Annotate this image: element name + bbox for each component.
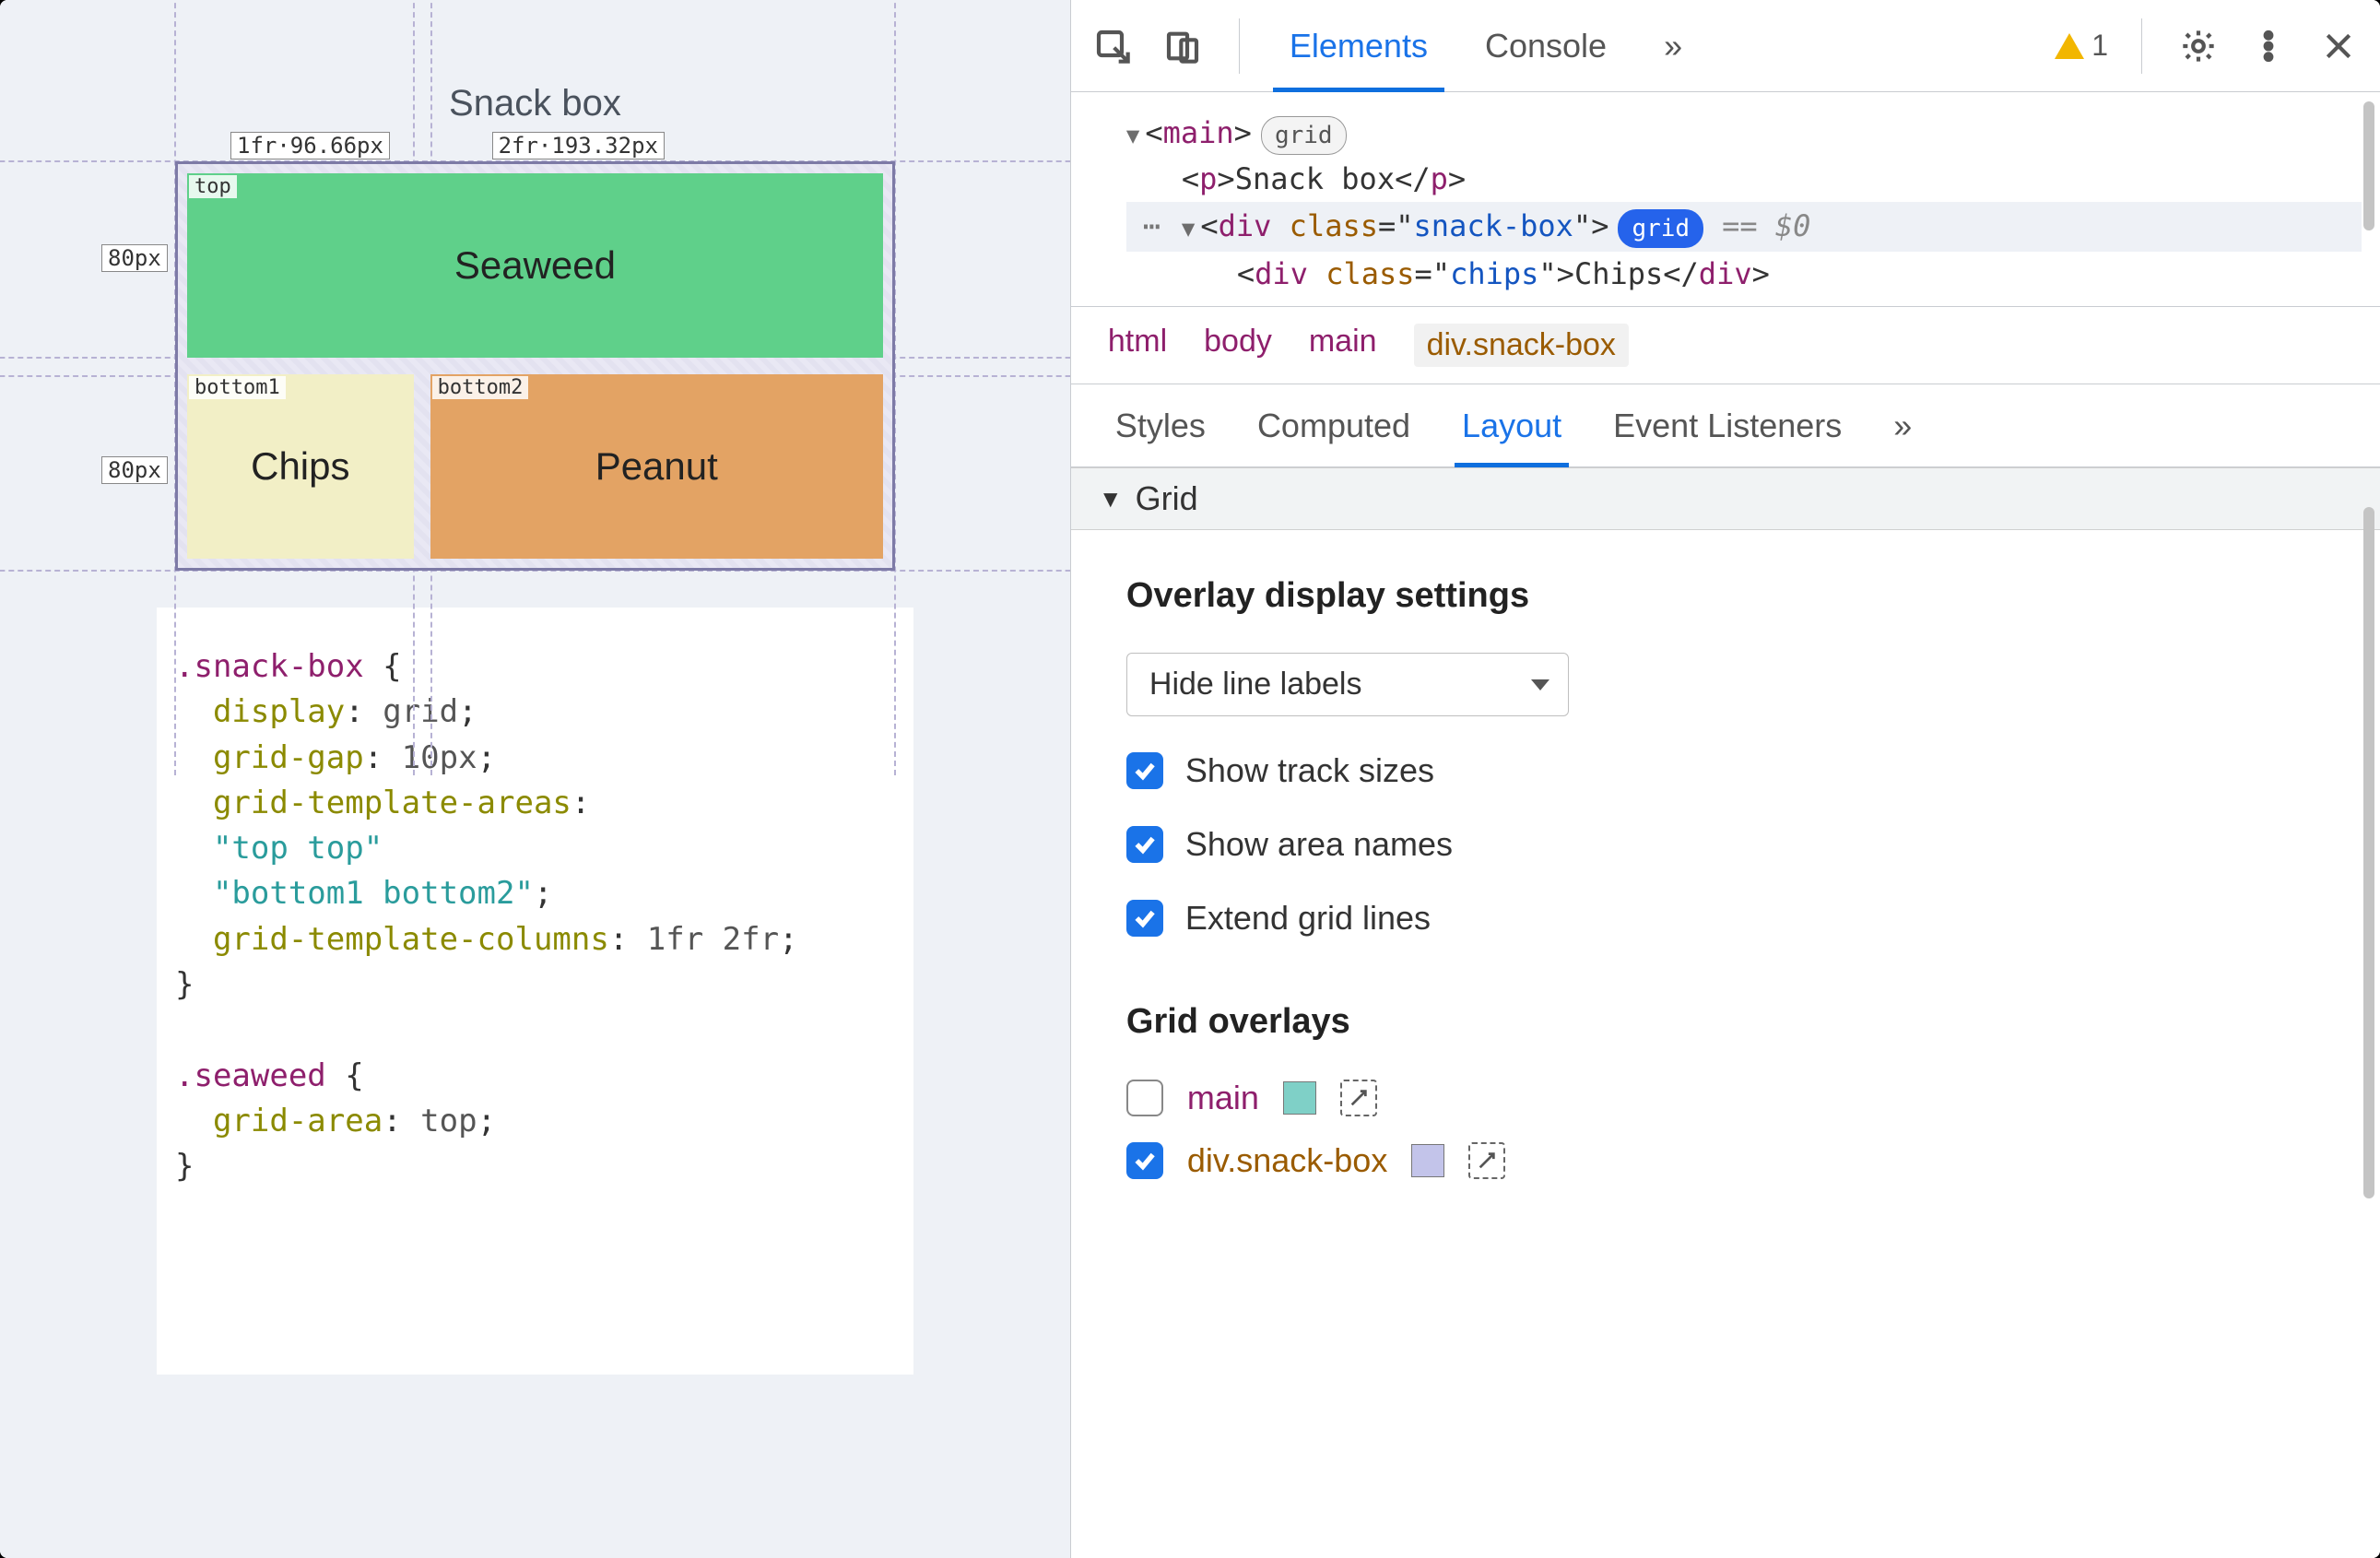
grid-overlay-wrap: 1fr·96.66px 2fr·193.32px 80px 80px top S… <box>175 161 895 571</box>
checkbox-label: Show track sizes <box>1185 751 1434 790</box>
devtools-toolbar: Elements Console » 1 <box>1071 0 2380 92</box>
checkbox-overlay-snackbox[interactable] <box>1126 1142 1163 1179</box>
checkbox-label: Extend grid lines <box>1185 899 1431 938</box>
gear-icon[interactable] <box>2175 23 2221 69</box>
area-label-top: top <box>189 175 237 198</box>
layout-panel: Overlay display settings Hide line label… <box>1071 530 2380 1241</box>
devtools-panel: Elements Console » 1 ▼<main>grid <p>Snac… <box>1071 0 2380 1558</box>
col-size-label: 2fr·193.32px <box>492 132 665 159</box>
color-swatch[interactable] <box>1283 1081 1316 1115</box>
device-toggle-icon[interactable] <box>1160 23 1206 69</box>
warning-icon <box>2055 33 2084 59</box>
grid-badge[interactable]: grid <box>1261 116 1347 155</box>
styles-subtabs: Styles Computed Layout Event Listeners » <box>1071 384 2380 467</box>
snack-box-grid: top Seaweed bottom1 Chips bottom2 Peanut <box>175 161 895 571</box>
dom-node-p[interactable]: <p>Snack box</p> <box>1126 157 2362 203</box>
area-label-bottom1: bottom1 <box>189 376 286 399</box>
select-value: Hide line labels <box>1149 667 1362 702</box>
tab-styles[interactable]: Styles <box>1108 384 1213 466</box>
crumb-main[interactable]: main <box>1309 324 1377 367</box>
breadcrumb: html body main div.snack-box <box>1071 306 2380 384</box>
color-swatch[interactable] <box>1411 1144 1444 1177</box>
crumb-html[interactable]: html <box>1108 324 1167 367</box>
warning-count: 1 <box>2091 29 2108 63</box>
checkbox-area-names[interactable] <box>1126 826 1163 863</box>
overlay-settings-title: Overlay display settings <box>1126 576 2325 616</box>
dom-node-selected[interactable]: ⋯ ▼<div class="snack-box">grid== $0 <box>1126 202 2362 252</box>
highlight-icon[interactable] <box>1340 1080 1377 1116</box>
section-grid-header[interactable]: ▼ Grid <box>1071 467 2380 530</box>
disclosure-icon: ▼ <box>1099 485 1123 513</box>
cell-text: Chips <box>251 444 349 489</box>
overlay-name[interactable]: main <box>1187 1079 1259 1117</box>
subtabs-overflow[interactable]: » <box>1886 384 1919 466</box>
highlight-icon[interactable] <box>1468 1142 1505 1179</box>
cell-text: Peanut <box>595 444 718 489</box>
inspect-icon[interactable] <box>1090 23 1136 69</box>
overlay-item-snackbox: div.snack-box <box>1126 1141 2325 1180</box>
crumb-body[interactable]: body <box>1204 324 1272 367</box>
checkbox-row-extend: Extend grid lines <box>1126 899 2325 938</box>
close-icon[interactable] <box>2315 23 2362 69</box>
checkbox-overlay-main[interactable] <box>1126 1080 1163 1116</box>
ellipsis-icon[interactable]: ⋯ <box>1143 204 1164 250</box>
preview-pane: Snack box 1fr·96.66px 2fr·193.32px 80px … <box>0 0 1071 1558</box>
page-title: Snack box <box>0 83 1070 124</box>
checkbox-row-track: Show track sizes <box>1126 751 2325 790</box>
cell-text: Seaweed <box>454 243 616 288</box>
checkbox-extend-lines[interactable] <box>1126 900 1163 937</box>
divider <box>2141 18 2142 74</box>
row-size-label: 80px <box>101 244 168 272</box>
tab-console[interactable]: Console <box>1468 0 1623 91</box>
checkbox-label: Show area names <box>1185 825 1453 864</box>
dom-tree[interactable]: ▼<main>grid <p>Snack box</p> ⋯ ▼<div cla… <box>1071 92 2380 306</box>
divider <box>1239 18 1240 74</box>
checkbox-track-sizes[interactable] <box>1126 752 1163 789</box>
line-labels-select[interactable]: Hide line labels <box>1126 653 1569 716</box>
grid-overlays-title: Grid overlays <box>1126 1002 2325 1042</box>
kebab-icon[interactable] <box>2245 23 2292 69</box>
col-size-label: 1fr·96.66px <box>230 132 390 159</box>
dom-node-chips[interactable]: <div class="chips">Chips</div> <box>1126 252 2362 298</box>
tabs-overflow[interactable]: » <box>1647 0 1699 91</box>
tab-computed[interactable]: Computed <box>1250 384 1418 466</box>
css-code-block: .snack-box { display: grid; grid-gap: 10… <box>157 608 913 1375</box>
cell-peanut: bottom2 Peanut <box>430 374 883 559</box>
app-window: Snack box 1fr·96.66px 2fr·193.32px 80px … <box>0 0 2380 1558</box>
row-size-label: 80px <box>101 456 168 484</box>
dom-node-main[interactable]: ▼<main>grid <box>1126 111 2362 157</box>
warning-badge[interactable]: 1 <box>2055 29 2108 63</box>
tab-elements[interactable]: Elements <box>1273 0 1444 91</box>
section-grid-label: Grid <box>1136 479 1198 518</box>
checkbox-row-area: Show area names <box>1126 825 2325 864</box>
tab-layout[interactable]: Layout <box>1455 384 1569 466</box>
cell-seaweed: top Seaweed <box>187 173 883 358</box>
overlay-item-main: main <box>1126 1079 2325 1117</box>
grid-badge-active[interactable]: grid <box>1618 209 1703 248</box>
crumb-current[interactable]: div.snack-box <box>1414 324 1629 367</box>
cell-chips: bottom1 Chips <box>187 374 414 559</box>
scrollbar[interactable] <box>2360 101 2378 1549</box>
overlay-name[interactable]: div.snack-box <box>1187 1141 1387 1180</box>
tab-events[interactable]: Event Listeners <box>1606 384 1849 466</box>
area-label-bottom2: bottom2 <box>432 376 529 399</box>
